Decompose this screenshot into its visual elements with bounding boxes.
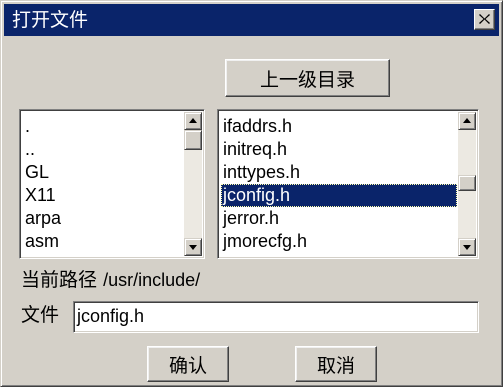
list-item[interactable]: GL <box>23 161 49 184</box>
parent-directory-button[interactable]: 上一级目录 <box>225 59 390 97</box>
list-item[interactable]: . <box>23 115 30 138</box>
directory-scroll-thumb[interactable] <box>184 130 202 150</box>
list-item[interactable]: jerror.h <box>221 207 279 230</box>
directory-scroll-up-button[interactable] <box>184 112 202 130</box>
ok-label: 确认 <box>168 354 207 377</box>
list-item[interactable]: X11 <box>23 184 56 207</box>
current-path-row: 当前路径 /usr/include/ <box>21 269 200 291</box>
file-list-scrollbar[interactable] <box>458 112 476 256</box>
list-item[interactable]: arpa <box>23 207 61 230</box>
list-item[interactable]: ifaddrs.h <box>221 115 292 138</box>
arrow-up-icon <box>189 118 197 123</box>
cancel-label: 取消 <box>316 354 355 377</box>
arrow-down-icon <box>463 245 471 250</box>
file-scroll-thumb[interactable] <box>458 175 476 191</box>
open-file-dialog: 打开文件 上一级目录 ... GL X11 arpa asm ifaddrs.h init… <box>0 0 503 387</box>
parent-directory-label: 上一级目录 <box>259 68 355 91</box>
directory-list-scrollbar[interactable] <box>184 112 202 256</box>
list-item[interactable]: .. <box>23 138 35 161</box>
directory-list[interactable]: ... GL X11 arpa asm <box>19 109 205 259</box>
list-item[interactable]: jconfig.h <box>221 184 457 207</box>
close-icon <box>479 14 490 24</box>
file-scroll-down-button[interactable] <box>458 238 476 256</box>
list-item[interactable]: initreq.h <box>221 138 287 161</box>
file-scroll-up-button[interactable] <box>458 112 476 130</box>
title-bar[interactable]: 打开文件 <box>4 4 499 36</box>
directory-list-items: ... GL X11 arpa asm <box>23 112 183 256</box>
file-name-input[interactable]: jconfig.h <box>73 301 479 333</box>
directory-scroll-down-button[interactable] <box>184 238 202 256</box>
ok-button[interactable]: 确认 <box>147 346 229 382</box>
current-path-label: 当前路径 <box>21 269 98 291</box>
file-label: 文件 <box>21 304 60 326</box>
list-item[interactable]: inttypes.h <box>221 161 300 184</box>
list-item[interactable]: asm <box>23 230 59 253</box>
arrow-down-icon <box>189 245 197 250</box>
file-list-items: ifaddrs.h initreq.h inttypes.h jconfig.h jer… <box>221 112 457 256</box>
arrow-up-icon <box>463 118 471 123</box>
file-list[interactable]: ifaddrs.h initreq.h inttypes.h jconfig.h jer… <box>217 109 479 259</box>
list-item[interactable]: jmorecfg.h <box>221 230 307 253</box>
dialog-title: 打开文件 <box>12 9 89 31</box>
current-path-value: /usr/include/ <box>103 270 201 290</box>
cancel-button[interactable]: 取消 <box>295 346 377 382</box>
close-button[interactable] <box>474 9 495 30</box>
